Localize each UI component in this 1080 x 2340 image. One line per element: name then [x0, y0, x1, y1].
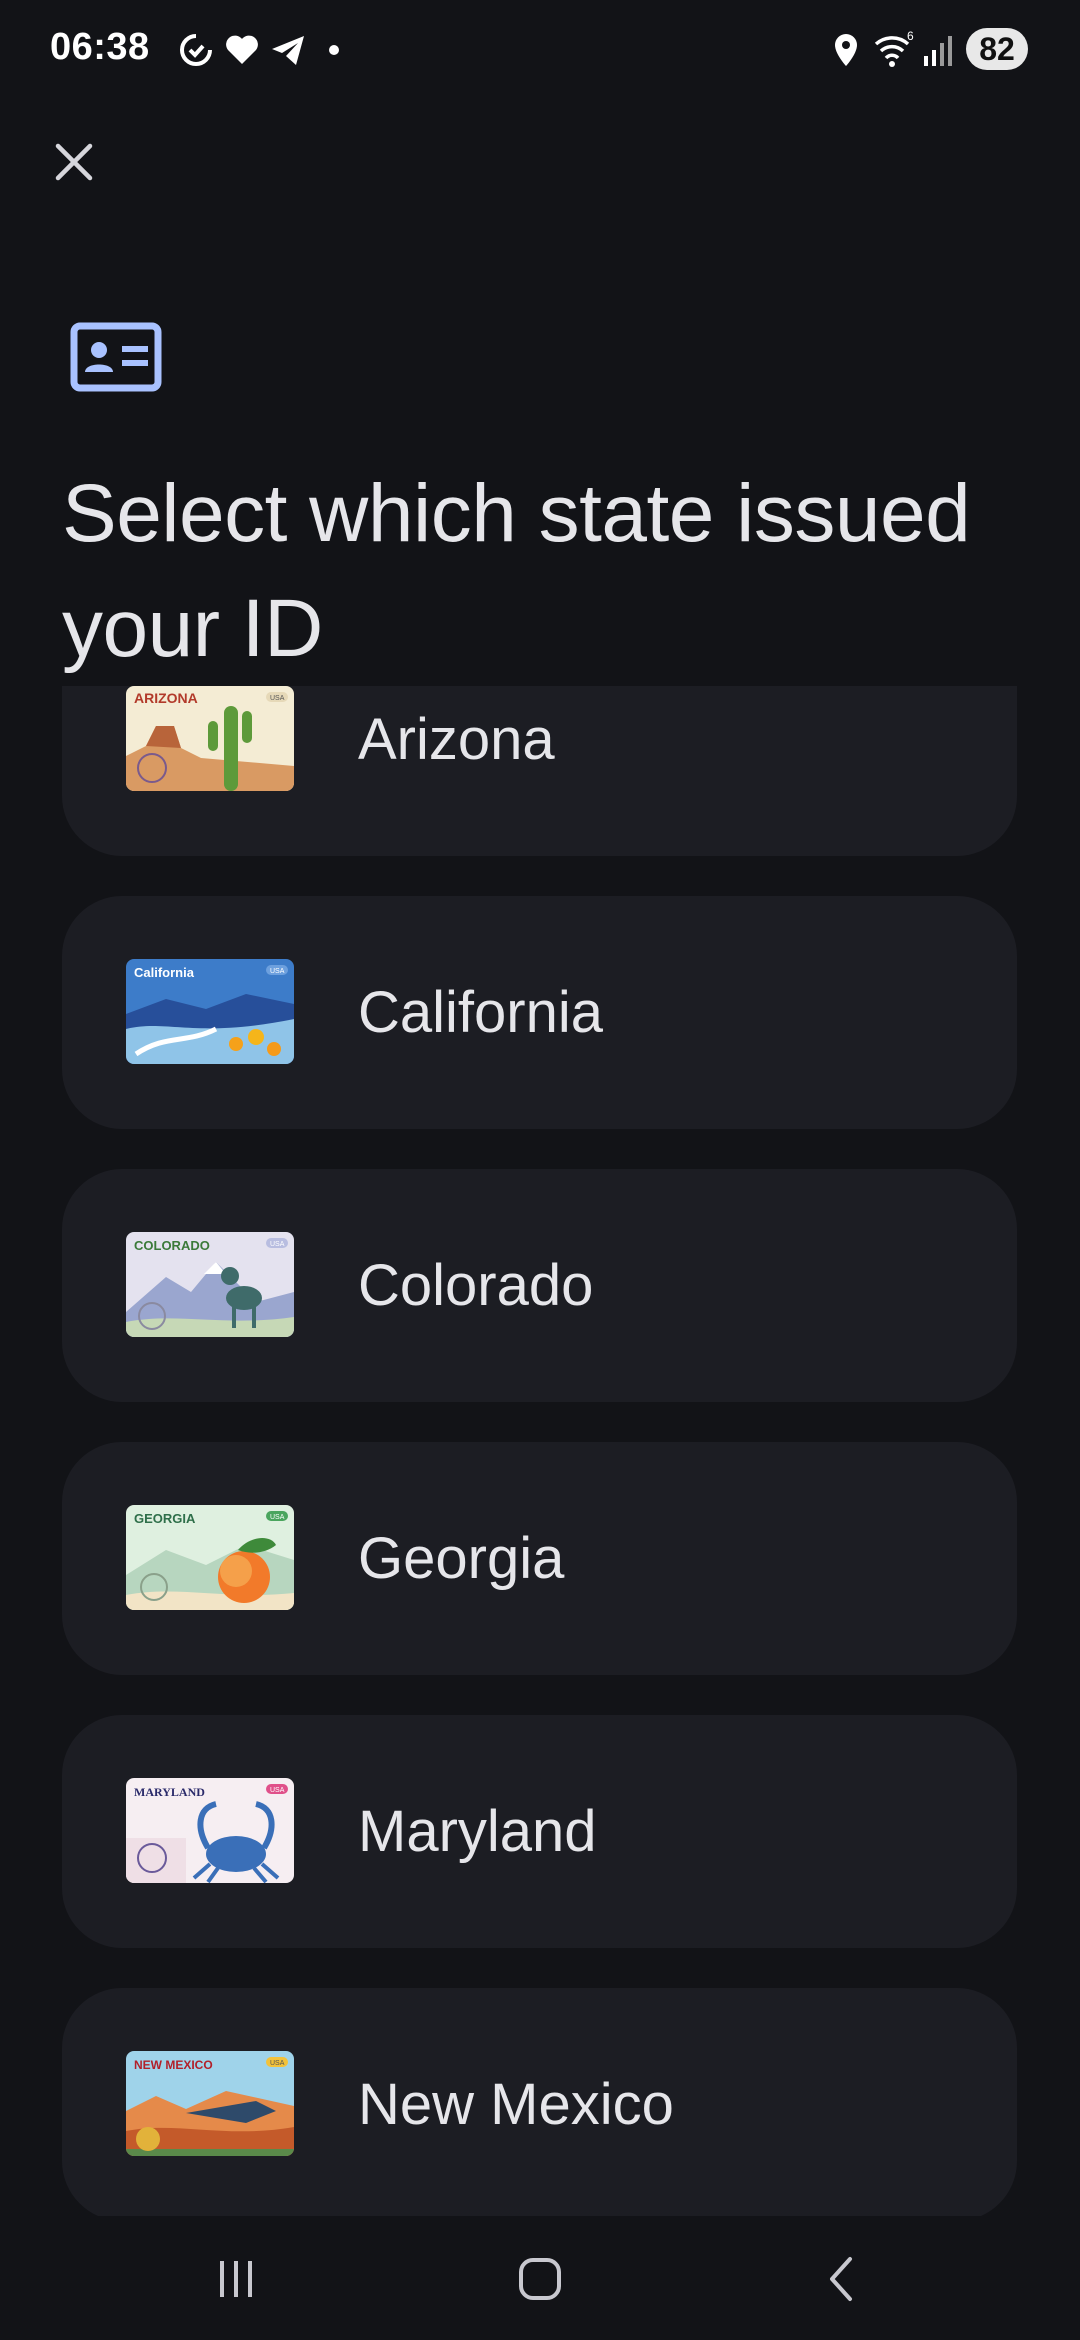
state-name: Colorado — [358, 1253, 594, 1318]
id-card-icon — [70, 322, 162, 392]
navigation-bar — [0, 2216, 1080, 2340]
close-button[interactable] — [42, 130, 106, 194]
new-mexico-id-card-image: NEW MEXICO USA — [126, 2051, 294, 2156]
state-item-colorado[interactable]: COLORADO USA Colorado — [62, 1169, 1017, 1402]
recents-icon — [220, 2261, 252, 2297]
location-icon — [826, 30, 866, 70]
heart-icon — [222, 30, 262, 70]
state-item-arizona[interactable]: ARIZONA USA Arizona — [62, 686, 1017, 856]
state-item-new-mexico[interactable]: NEW MEXICO USA New Mexico — [62, 1988, 1017, 2216]
data-saver-icon — [176, 30, 216, 70]
state-item-maryland[interactable]: MARYLAND USA Maryland — [62, 1715, 1017, 1948]
svg-text:USA: USA — [270, 1787, 285, 1794]
battery-level: 82 — [966, 28, 1028, 70]
page-title: Select which state issued your ID — [62, 468, 971, 674]
state-item-georgia[interactable]: GEORGIA USA Georgia — [62, 1442, 1017, 1675]
maryland-id-card-image: MARYLAND USA — [126, 1778, 294, 1883]
state-item-california[interactable]: California USA California — [62, 896, 1017, 1129]
state-name: California — [358, 980, 603, 1045]
svg-text:California: California — [134, 965, 195, 980]
svg-text:USA: USA — [270, 968, 285, 975]
colorado-id-card-image: COLORADO USA — [126, 1232, 294, 1337]
signal-icon — [920, 30, 960, 70]
state-name: Maryland — [358, 1799, 597, 1864]
state-name: Arizona — [358, 707, 555, 772]
georgia-id-card-image: GEORGIA USA — [126, 1505, 294, 1610]
home-button[interactable] — [500, 2244, 580, 2314]
telegram-icon — [268, 30, 308, 70]
svg-text:COLORADO: COLORADO — [134, 1238, 210, 1253]
california-id-card-image: California USA — [126, 959, 294, 1064]
back-button[interactable] — [802, 2244, 882, 2314]
svg-text:GEORGIA: GEORGIA — [134, 1511, 196, 1526]
arizona-id-card-image: ARIZONA USA — [126, 686, 294, 791]
back-icon — [830, 2257, 852, 2301]
state-list[interactable]: ARIZONA USA Arizona California USA Calif… — [0, 686, 1080, 2216]
state-name: Georgia — [358, 1526, 565, 1591]
home-icon — [519, 2258, 561, 2300]
status-bar: 06:38 6 82 — [0, 0, 1080, 100]
state-name: New Mexico — [358, 2072, 674, 2137]
dot-icon — [322, 30, 362, 70]
svg-text:MARYLAND: MARYLAND — [134, 1785, 205, 1799]
status-time: 06:38 — [50, 26, 150, 68]
wifi-icon: 6 — [872, 29, 914, 70]
recents-button[interactable] — [196, 2244, 276, 2314]
svg-text:USA: USA — [270, 1241, 285, 1248]
svg-text:6: 6 — [907, 30, 914, 43]
svg-text:USA: USA — [270, 695, 285, 702]
svg-text:ARIZONA: ARIZONA — [134, 690, 198, 706]
close-icon — [55, 143, 93, 181]
svg-text:USA: USA — [270, 1514, 285, 1521]
svg-text:NEW MEXICO: NEW MEXICO — [134, 2058, 213, 2072]
svg-text:USA: USA — [270, 2060, 285, 2067]
